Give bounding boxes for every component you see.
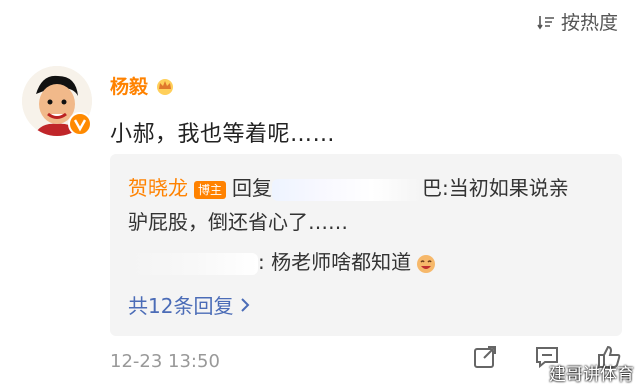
blurred-username [128,252,258,275]
more-replies-link[interactable]: 共12条回复 [128,290,251,319]
verified-v-icon [68,112,92,136]
laughing-emoji-icon [417,254,436,273]
comment-text: 小郝，我也等着呢…… [110,122,336,147]
author-name[interactable]: 杨毅 [110,72,148,99]
crown-icon [157,78,174,95]
sort-label: 按热度 [560,12,618,34]
reply-text-line2: 驴屁股，倒还省心了…… [128,210,348,234]
share-icon[interactable] [472,344,498,370]
comment-timestamp: 12-23 13:50 [110,351,220,372]
watermark: 建哥讲体育 [549,365,634,385]
comment-item: 杨毅 小郝，我也等着呢…… 贺晓龙 博主 回复 巴:当初如果说亲 驴屁股，倒还省心了…… [22,66,622,386]
reply-text-prefix: 巴 [422,176,443,200]
reply-thread[interactable]: 贺晓龙 博主 回复 巴:当初如果说亲 驴屁股，倒还省心了…… : 杨老师啥都知道 共1… [110,154,622,336]
chevron-right-icon [241,297,250,312]
blurred-username [272,178,423,201]
reply-line: 驴屁股，倒还省心了…… [128,206,348,235]
reply-text-line1: :当初如果说亲 [442,176,569,200]
reply-word: 回复 [232,176,273,200]
reply-line: 贺晓龙 博主 回复 巴:当初如果说亲 [128,172,569,201]
sort-by-hot-button[interactable]: 按热度 [537,8,618,35]
comment-author[interactable]: 杨毅 [110,72,176,99]
more-replies-label[interactable]: 共12条回复 [128,290,233,319]
reply-line: : 杨老师啥都知道 [128,246,437,275]
reply-text: : 杨老师啥都知道 [258,250,412,274]
blogger-badge: 博主 [194,180,227,199]
sort-icon [537,15,554,29]
reply-user[interactable]: 贺晓龙 [128,176,188,200]
